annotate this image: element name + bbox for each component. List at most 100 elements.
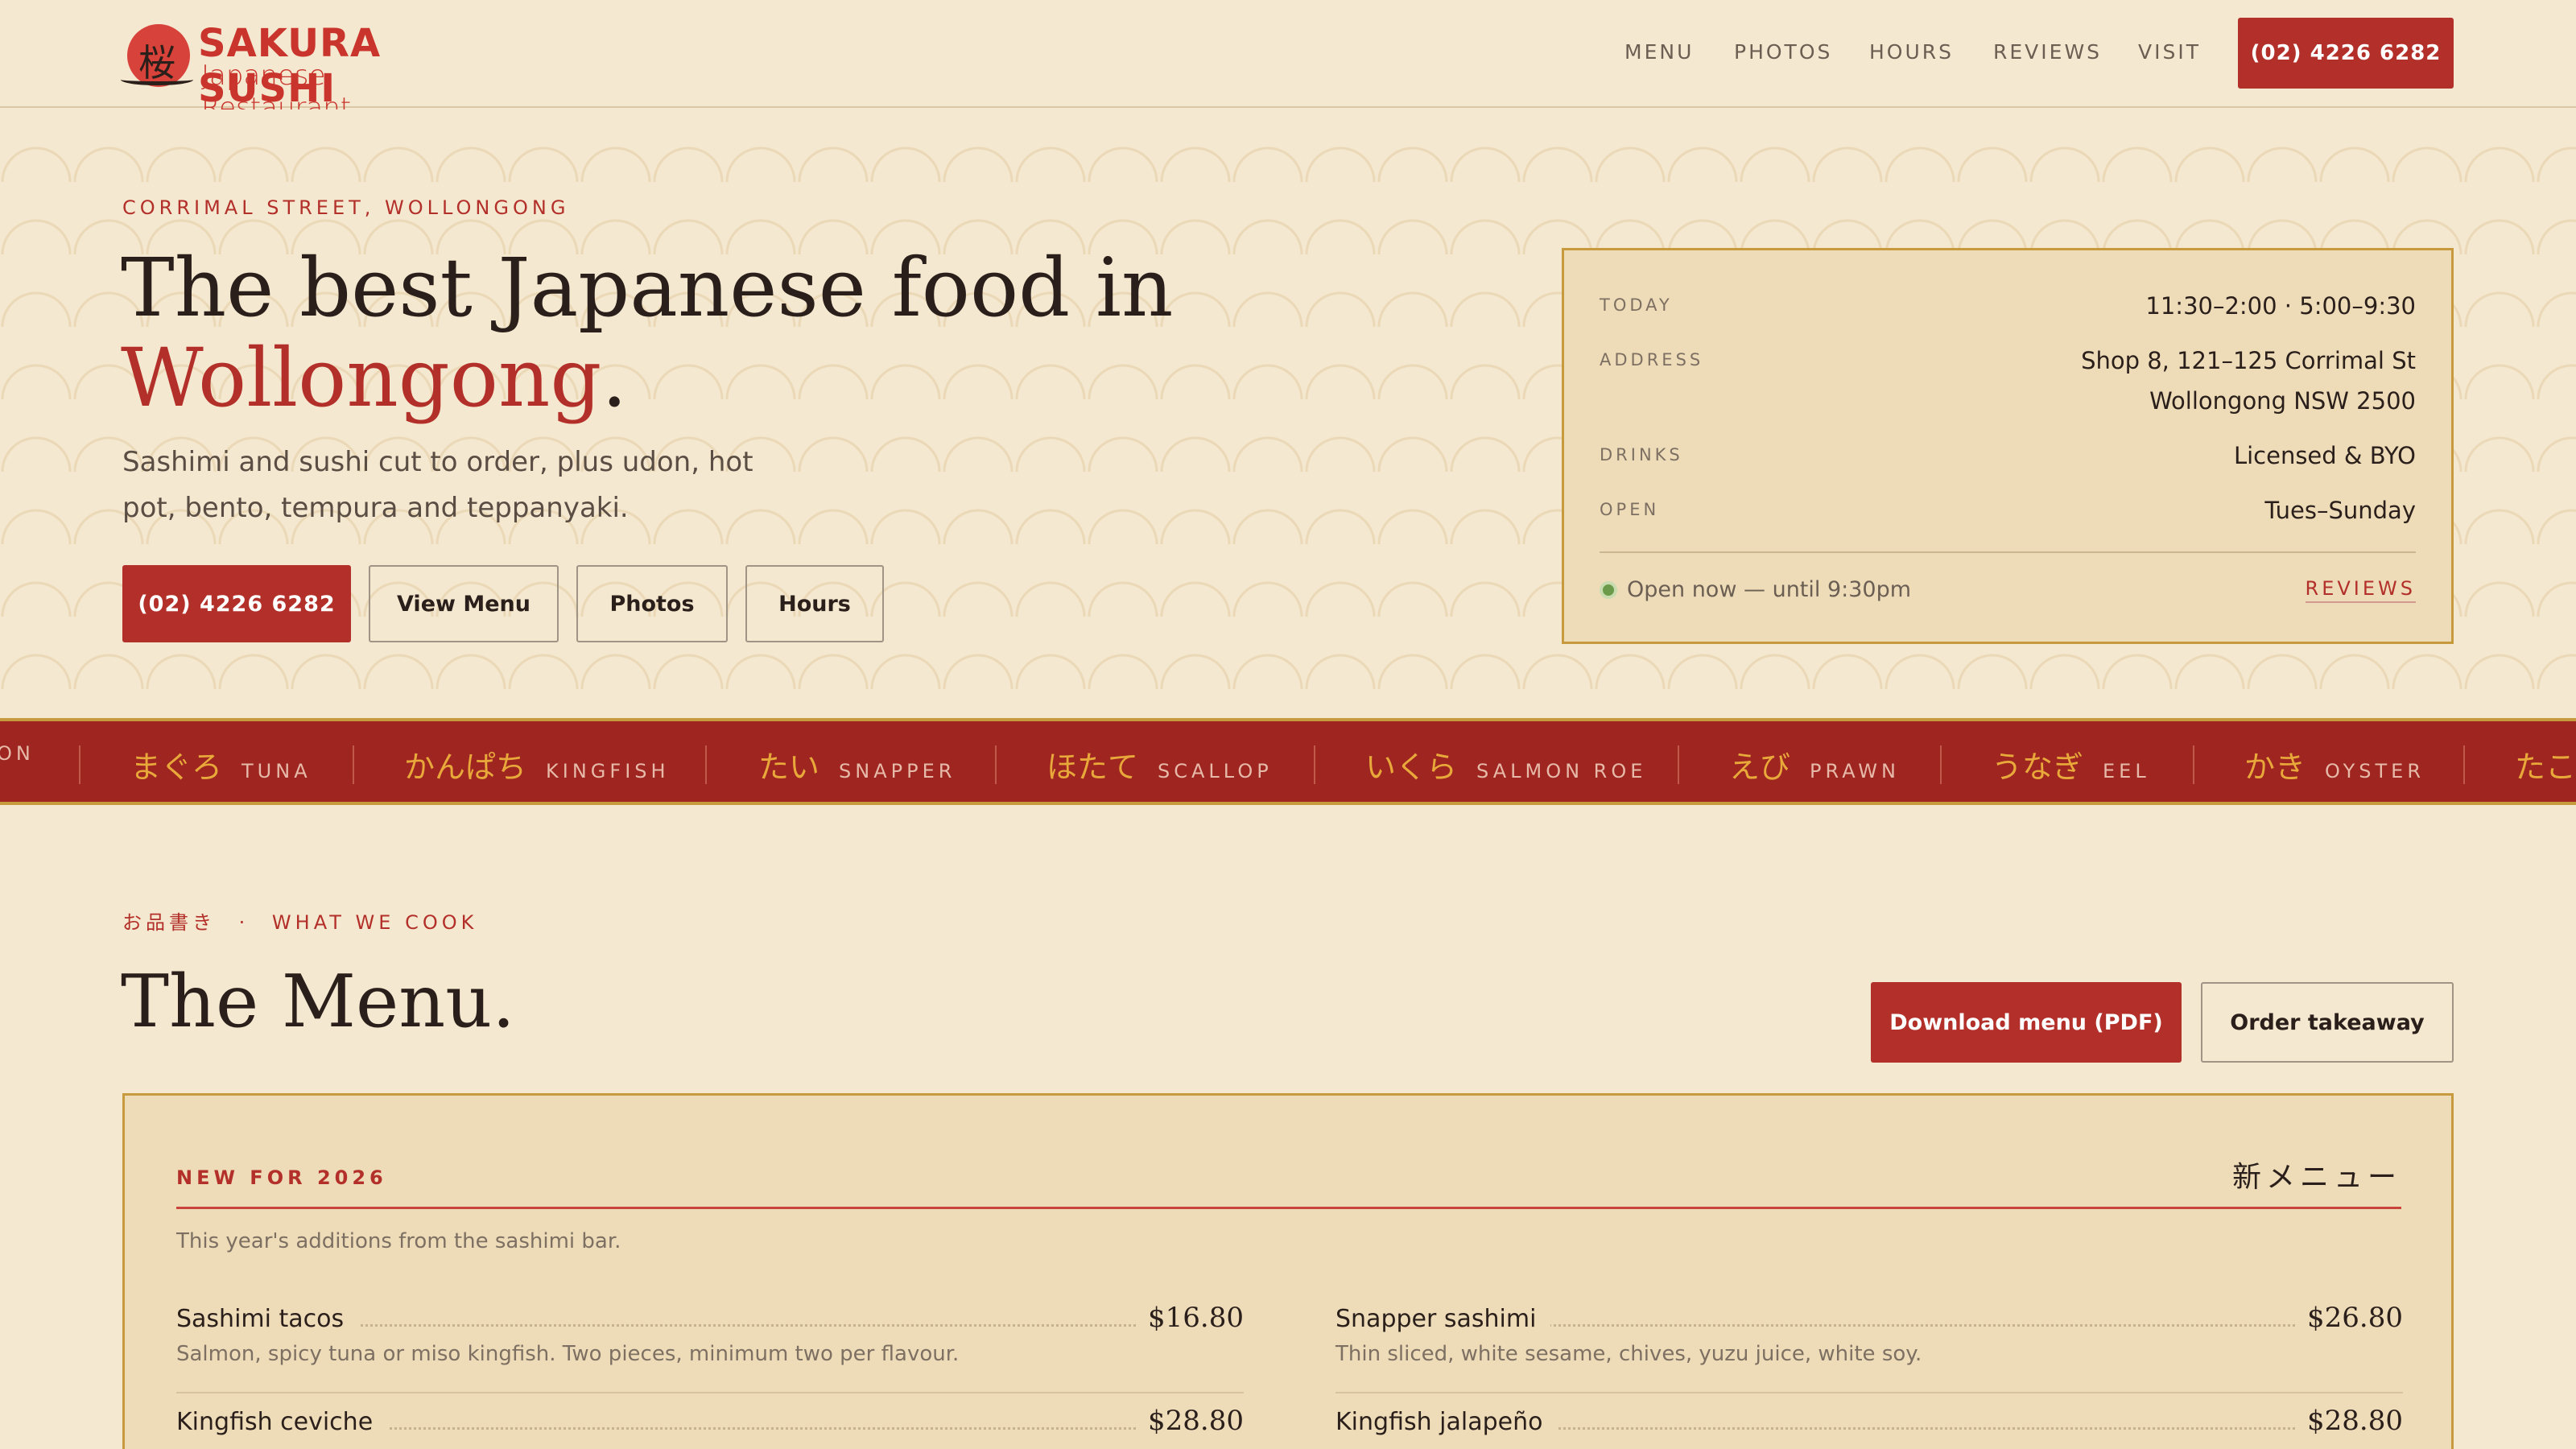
ticker-divider — [79, 745, 80, 784]
brand-logo[interactable]: 桜 SAKURA SUSHI Japanese Restaurant — [121, 21, 475, 124]
logo-mark: 桜 — [121, 24, 193, 87]
site-header: 桜 SAKURA SUSHI Japanese Restaurant MENU … — [0, 0, 2576, 124]
ticker-jp: うなぎ — [1992, 749, 2084, 785]
address-line1: Shop 8, 121–125 Corrimal St — [2081, 347, 2416, 374]
ticker-item: たい SNAPPER — [758, 742, 956, 785]
dish-price: $28.80 — [1137, 1405, 1244, 1437]
menu-kicker-jp: お品書き — [122, 911, 216, 934]
ticker-divider — [1314, 745, 1315, 784]
menu-title: The Menu. — [121, 960, 515, 1044]
ticker-item: かんぱち KINGFISH — [404, 742, 670, 785]
nav-item-photos[interactable]: PHOTOS — [1734, 40, 1832, 64]
ticker-divider — [995, 745, 997, 784]
ticker-en: OYSTER — [2325, 760, 2425, 782]
ticker-jp: たい — [758, 749, 820, 785]
address-line2: Wollongong NSW 2500 — [2149, 387, 2416, 415]
ticker-en: EEL — [2103, 760, 2150, 782]
hours-button[interactable]: Hours — [745, 565, 884, 642]
hero-title-end: . — [601, 331, 628, 425]
drinks-label: DRINKS — [1600, 445, 1683, 464]
dish-note: Thin sliced, white sesame, chives, yuzu … — [1335, 1342, 1922, 1366]
download-menu-button[interactable]: Download menu (PDF) — [1871, 982, 2182, 1063]
menu-card-new: NEW FOR 2026 新メニュー This year's additions… — [122, 1093, 2454, 1449]
ticker-jp: ほたて — [1046, 749, 1139, 785]
ticker-en: PRAWN — [1810, 760, 1900, 782]
dish-price: $16.80 — [1137, 1302, 1244, 1334]
open-label: OPEN — [1600, 500, 1660, 519]
ticker-divider — [1678, 745, 1679, 784]
ticker-jp: かんぱち — [404, 749, 527, 785]
ticker-jp: えび — [1729, 749, 1791, 785]
ticker-item: いくら SALMON ROE — [1365, 742, 1647, 785]
drinks-value: Licensed & BYO — [2233, 442, 2416, 469]
nav-item-visit[interactable]: VISIT — [2138, 40, 2201, 64]
dish-price: $28.80 — [2296, 1405, 2403, 1437]
ticker-en: SNAPPER — [839, 760, 956, 782]
ticker-jp: まぐろ — [130, 749, 223, 785]
menu-card-description: This year's additions from the sashimi b… — [176, 1229, 621, 1253]
address-label: ADDRESS — [1600, 350, 1704, 369]
ticker-lead-label: ON — [0, 742, 35, 765]
menu-card-jp-title: 新メニュー — [2231, 1161, 2401, 1194]
hero-title: The best Japanese food in Wollongong. — [121, 243, 1248, 423]
ticker-lead-fragment: ON — [0, 742, 35, 782]
today-label: TODAY — [1600, 295, 1673, 315]
menu-card-kicker: NEW FOR 2026 — [176, 1166, 387, 1189]
menu-kicker-en: WHAT WE COOK — [271, 911, 478, 934]
logo-swoosh — [121, 74, 193, 85]
ticker-en: SCALLOP — [1158, 760, 1273, 782]
dish-note: Salmon, spicy tuna or miso kingfish. Two… — [176, 1342, 960, 1366]
dish-divider — [176, 1392, 1244, 1393]
hero-kicker: CORRIMAL STREET, WOLLONGONG — [122, 196, 570, 219]
ticker-jp: かき — [2244, 749, 2306, 785]
photos-button[interactable]: Photos — [576, 565, 728, 642]
ticker-item: まぐろ TUNA — [130, 742, 312, 785]
order-takeaway-button[interactable]: Order takeaway — [2201, 982, 2454, 1063]
ticker-item: うなぎ EEL — [1992, 742, 2150, 785]
menu-item[interactable]: Snapper sashimi $26.80 Thin sliced, whit… — [1335, 1302, 2403, 1393]
header-call-button[interactable]: (02) 4226 6282 — [2238, 18, 2454, 89]
dish-divider — [1335, 1392, 2403, 1393]
hero-title-line1: The best Japanese food in — [121, 241, 1174, 335]
view-menu-button[interactable]: View Menu — [369, 565, 559, 642]
nav-item-hours[interactable]: HOURS — [1869, 40, 1954, 64]
dish-name: Sashimi tacos — [176, 1305, 359, 1333]
ticker-item: えび PRAWN — [1729, 742, 1900, 785]
dish-name: Kingfish jalapeño — [1335, 1408, 1558, 1436]
ticker-jp: いくら — [1365, 749, 1458, 785]
nav-item-menu[interactable]: MENU — [1624, 40, 1694, 64]
info-card: TODAY 11:30–2:00 · 5:00–9:30 ADDRESS Sho… — [1562, 248, 2454, 644]
hero-title-accent: Wollongong — [121, 331, 602, 425]
open-status-text: Open now — until 9:30pm — [1627, 577, 1912, 602]
open-status-icon — [1600, 581, 1617, 599]
open-value: Tues–Sunday — [2264, 497, 2416, 524]
ticker-item: ほたて SCALLOP — [1046, 742, 1273, 785]
ticker-divider — [353, 745, 354, 784]
ticker-divider — [1940, 745, 1942, 784]
ticker-divider — [2463, 745, 2465, 784]
ticker-en: TUNA — [242, 760, 312, 782]
ticker-item: かき OYSTER — [2244, 742, 2425, 785]
ticker-divider — [2193, 745, 2194, 784]
menu-item[interactable]: Kingfish ceviche $28.80 — [176, 1405, 1244, 1449]
info-divider — [1600, 551, 2416, 553]
menu-kicker-sep: · — [238, 911, 250, 934]
menu-item[interactable]: Sashimi tacos $16.80 Salmon, spicy tuna … — [176, 1302, 1244, 1393]
hero-subtitle: Sashimi and sushi cut to order, plus udo… — [122, 446, 753, 524]
fish-ticker: ON まぐろ TUNA かんぱち KINGFISH たい SNAPPER ほたて SCA… — [0, 718, 2576, 805]
dish-name: Snapper sashimi — [1335, 1305, 1551, 1333]
hero-call-button[interactable]: (02) 4226 6282 — [122, 565, 351, 642]
menu-item[interactable]: Kingfish jalapeño $28.80 — [1335, 1405, 2403, 1449]
ticker-en: SALMON ROE — [1476, 760, 1647, 782]
dish-price: $26.80 — [2296, 1302, 2403, 1334]
hero-section: CORRIMAL STREET, WOLLONGONG The best Jap… — [0, 109, 2576, 718]
today-value: 11:30–2:00 · 5:00–9:30 — [2145, 292, 2416, 320]
ticker-divider — [705, 745, 707, 784]
reviews-link[interactable]: REVIEWS — [2305, 577, 2416, 603]
ticker-trail-jp: たこ — [2515, 749, 2576, 785]
menu-kicker: お品書き · WHAT WE COOK — [122, 906, 477, 935]
ticker-trail-fragment: たこ — [2515, 742, 2576, 785]
dish-name: Kingfish ceviche — [176, 1408, 388, 1436]
nav-item-reviews[interactable]: REVIEWS — [1993, 40, 2102, 64]
ticker-en: KINGFISH — [546, 760, 670, 782]
